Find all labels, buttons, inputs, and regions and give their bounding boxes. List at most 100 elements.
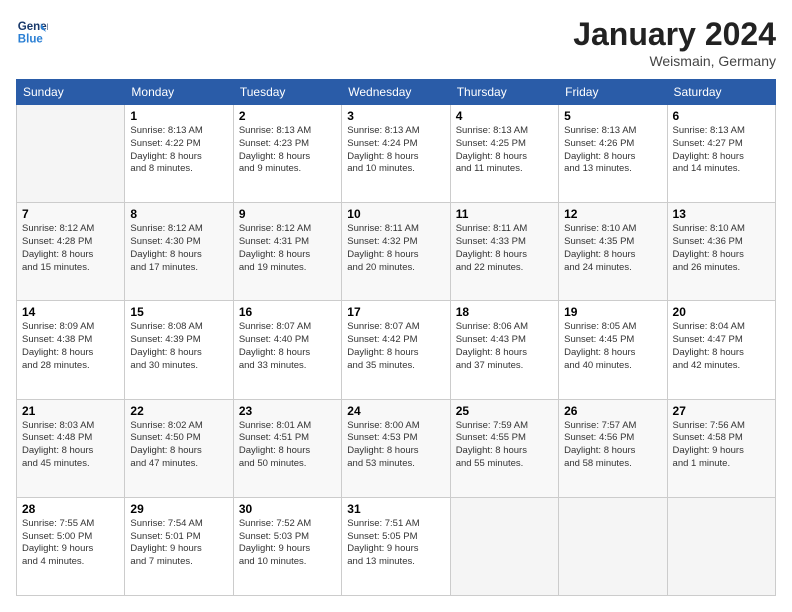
col-friday: Friday [559,80,667,105]
month-title: January 2024 [573,16,776,53]
day-info: Sunrise: 7:51 AM Sunset: 5:05 PM Dayligh… [347,518,444,569]
table-row: 27 Sunrise: 7:56 AM Sunset: 4:58 PM Dayli… [667,399,775,497]
table-row [667,497,775,595]
logo-icon: General Blue [16,16,48,48]
day-info: Sunrise: 8:13 AM Sunset: 4:23 PM Dayligh… [239,125,336,176]
day-number: 21 [22,404,119,418]
col-saturday: Saturday [667,80,775,105]
day-info: Sunrise: 8:13 AM Sunset: 4:25 PM Dayligh… [456,125,553,176]
table-row: 11 Sunrise: 8:11 AM Sunset: 4:33 PM Dayli… [450,203,558,301]
header: General Blue January 2024 Weismain, Germ… [16,16,776,69]
day-number: 8 [130,207,227,221]
logo: General Blue [16,16,48,48]
day-info: Sunrise: 7:59 AM Sunset: 4:55 PM Dayligh… [456,420,553,471]
day-number: 28 [22,502,119,516]
day-number: 23 [239,404,336,418]
day-number: 24 [347,404,444,418]
day-number: 14 [22,305,119,319]
table-row: 30 Sunrise: 7:52 AM Sunset: 5:03 PM Dayli… [233,497,341,595]
table-row: 22 Sunrise: 8:02 AM Sunset: 4:50 PM Dayli… [125,399,233,497]
table-row: 20Sunrise: 8:04 AM Sunset: 4:47 PM Dayli… [667,301,775,399]
day-info: Sunrise: 8:00 AM Sunset: 4:53 PM Dayligh… [347,420,444,471]
col-sunday: Sunday [17,80,125,105]
day-number: 30 [239,502,336,516]
day-number: 13 [673,207,770,221]
table-row: 24 Sunrise: 8:00 AM Sunset: 4:53 PM Dayli… [342,399,450,497]
table-row: 23 Sunrise: 8:01 AM Sunset: 4:51 PM Dayli… [233,399,341,497]
day-number: 19 [564,305,661,319]
day-number: 4 [456,109,553,123]
day-number: 17 [347,305,444,319]
calendar-header-row: Sunday Monday Tuesday Wednesday Thursday… [17,80,776,105]
day-info: Sunrise: 8:08 AM Sunset: 4:39 PM Dayligh… [130,321,227,372]
table-row: 17 Sunrise: 8:07 AM Sunset: 4:42 PM Dayli… [342,301,450,399]
table-row: 14 Sunrise: 8:09 AM Sunset: 4:38 PM Dayli… [17,301,125,399]
day-info: Sunrise: 8:11 AM Sunset: 4:32 PM Dayligh… [347,223,444,274]
day-number: 5 [564,109,661,123]
day-number: 25 [456,404,553,418]
day-info: Sunrise: 7:52 AM Sunset: 5:03 PM Dayligh… [239,518,336,569]
table-row: 3Sunrise: 8:13 AM Sunset: 4:24 PM Daylig… [342,105,450,203]
day-number: 11 [456,207,553,221]
day-number: 22 [130,404,227,418]
table-row: 18 Sunrise: 8:06 AM Sunset: 4:43 PM Dayli… [450,301,558,399]
day-info: Sunrise: 7:56 AM Sunset: 4:58 PM Dayligh… [673,420,770,471]
day-info: Sunrise: 8:05 AM Sunset: 4:45 PM Dayligh… [564,321,661,372]
day-info: Sunrise: 8:07 AM Sunset: 4:42 PM Dayligh… [347,321,444,372]
day-info: Sunrise: 8:10 AM Sunset: 4:35 PM Dayligh… [564,223,661,274]
day-number: 29 [130,502,227,516]
day-info: Sunrise: 8:06 AM Sunset: 4:43 PM Dayligh… [456,321,553,372]
table-row: 6 Sunrise: 8:13 AM Sunset: 4:27 PM Daylig… [667,105,775,203]
day-info: Sunrise: 8:03 AM Sunset: 4:48 PM Dayligh… [22,420,119,471]
svg-text:Blue: Blue [18,34,44,46]
day-info: Sunrise: 7:55 AM Sunset: 5:00 PM Dayligh… [22,518,119,569]
table-row: 9 Sunrise: 8:12 AM Sunset: 4:31 PM Daylig… [233,203,341,301]
table-row: 25 Sunrise: 7:59 AM Sunset: 4:55 PM Dayli… [450,399,558,497]
day-number: 1 [130,109,227,123]
day-info: Sunrise: 8:12 AM Sunset: 4:28 PM Dayligh… [22,223,119,274]
day-info: Sunrise: 8:01 AM Sunset: 4:51 PM Dayligh… [239,420,336,471]
day-info: Sunrise: 8:11 AM Sunset: 4:33 PM Dayligh… [456,223,553,274]
day-info: Sunrise: 8:07 AM Sunset: 4:40 PM Dayligh… [239,321,336,372]
day-info: Sunrise: 8:13 AM Sunset: 4:27 PM Dayligh… [673,125,770,176]
day-info: Sunrise: 7:57 AM Sunset: 4:56 PM Dayligh… [564,420,661,471]
table-row: 29 Sunrise: 7:54 AM Sunset: 5:01 PM Dayli… [125,497,233,595]
table-row: 21 Sunrise: 8:03 AM Sunset: 4:48 PM Dayli… [17,399,125,497]
day-number: 7 [22,207,119,221]
calendar-table: Sunday Monday Tuesday Wednesday Thursday… [16,79,776,596]
day-number: 18 [456,305,553,319]
table-row: 1Sunrise: 8:13 AM Sunset: 4:22 PM Daylig… [125,105,233,203]
table-row: 15 Sunrise: 8:08 AM Sunset: 4:39 PM Dayli… [125,301,233,399]
table-row: 8 Sunrise: 8:12 AM Sunset: 4:30 PM Daylig… [125,203,233,301]
day-number: 9 [239,207,336,221]
table-row: 16 Sunrise: 8:07 AM Sunset: 4:40 PM Dayli… [233,301,341,399]
day-number: 6 [673,109,770,123]
day-info: Sunrise: 8:12 AM Sunset: 4:31 PM Dayligh… [239,223,336,274]
day-info: Sunrise: 8:10 AM Sunset: 4:36 PM Dayligh… [673,223,770,274]
table-row: 2 Sunrise: 8:13 AM Sunset: 4:23 PM Daylig… [233,105,341,203]
day-number: 2 [239,109,336,123]
day-number: 12 [564,207,661,221]
table-row [17,105,125,203]
day-number: 20 [673,305,770,319]
day-info: Sunrise: 8:02 AM Sunset: 4:50 PM Dayligh… [130,420,227,471]
day-number: 16 [239,305,336,319]
day-info: Sunrise: 8:09 AM Sunset: 4:38 PM Dayligh… [22,321,119,372]
table-row: 10 Sunrise: 8:11 AM Sunset: 4:32 PM Dayli… [342,203,450,301]
col-wednesday: Wednesday [342,80,450,105]
day-number: 27 [673,404,770,418]
title-block: January 2024 Weismain, Germany [573,16,776,69]
day-number: 31 [347,502,444,516]
table-row: 7 Sunrise: 8:12 AM Sunset: 4:28 PM Daylig… [17,203,125,301]
day-info: Sunrise: 8:12 AM Sunset: 4:30 PM Dayligh… [130,223,227,274]
page: General Blue January 2024 Weismain, Germ… [0,0,792,612]
day-number: 10 [347,207,444,221]
table-row: 13 Sunrise: 8:10 AM Sunset: 4:36 PM Dayli… [667,203,775,301]
day-number: 15 [130,305,227,319]
day-number: 26 [564,404,661,418]
table-row: 4 Sunrise: 8:13 AM Sunset: 4:25 PM Daylig… [450,105,558,203]
svg-text:General: General [18,21,48,33]
day-info: Sunrise: 7:54 AM Sunset: 5:01 PM Dayligh… [130,518,227,569]
table-row: 31 Sunrise: 7:51 AM Sunset: 5:05 PM Dayli… [342,497,450,595]
day-info: Sunrise: 8:13 AM Sunset: 4:26 PM Dayligh… [564,125,661,176]
